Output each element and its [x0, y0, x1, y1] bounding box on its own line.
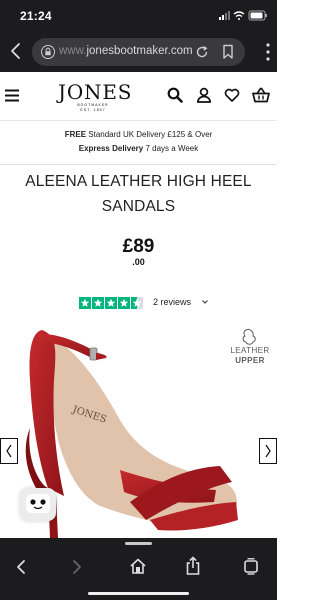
- leather-badge: LEATHER UPPER: [226, 328, 274, 365]
- product-title: ALEENA LEATHER HIGH HEEL SANDALS: [25, 173, 252, 215]
- delivery-banner[interactable]: FREE Standard UK Delivery £125 & Over Ex…: [0, 128, 277, 156]
- chat-widget-button[interactable]: [20, 488, 56, 521]
- back-icon[interactable]: [14, 558, 28, 581]
- reload-icon[interactable]: [195, 45, 209, 64]
- forward-icon[interactable]: [70, 558, 84, 581]
- chevron-left-icon: [5, 443, 13, 464]
- chat-face-icon: [26, 494, 50, 513]
- chevron-down-icon[interactable]: [201, 296, 209, 312]
- tabs-icon[interactable]: [242, 557, 260, 580]
- browser-bar: www.jonesbootmaker.com: [0, 32, 277, 72]
- logo-est: EST. 1857: [80, 108, 106, 112]
- share-icon[interactable]: [185, 556, 201, 581]
- search-icon[interactable]: [167, 87, 183, 108]
- status-time: 21:24: [20, 9, 52, 23]
- logo-wordmark: JONES: [58, 80, 133, 104]
- wifi-icon: [233, 11, 245, 20]
- signal-icon: [219, 11, 230, 20]
- leather-badge-line2: UPPER: [235, 356, 265, 365]
- bottom-toolbar: [0, 538, 277, 600]
- star: [92, 296, 104, 309]
- express-label: Express Delivery: [78, 144, 144, 153]
- delivery-line-express: Express Delivery 7 days a Week: [0, 142, 277, 156]
- back-icon[interactable]: [6, 40, 26, 62]
- status-bar: 21:24: [0, 0, 277, 32]
- basket-icon[interactable]: [252, 87, 270, 108]
- free-text: Standard UK Delivery £125 & Over: [86, 130, 213, 139]
- hamburger-icon[interactable]: [5, 89, 20, 107]
- account-icon[interactable]: [196, 87, 212, 108]
- carousel-next-button[interactable]: [259, 438, 277, 464]
- chevron-right-icon: [264, 443, 272, 464]
- bookmark-icon[interactable]: [222, 44, 234, 65]
- free-label: FREE: [64, 130, 87, 139]
- battery-icon: [248, 10, 267, 21]
- reviews-link[interactable]: 2 reviews: [153, 296, 191, 308]
- more-menu-icon[interactable]: [263, 42, 273, 67]
- site-header: JONES BOOTMAKER EST. 1857: [0, 72, 277, 121]
- home-icon[interactable]: [128, 557, 148, 580]
- divider: [0, 164, 277, 165]
- delivery-line-free: FREE Standard UK Delivery £125 & Over: [0, 128, 277, 142]
- price-pence: .00: [132, 257, 145, 267]
- star: [105, 296, 117, 309]
- rating-row[interactable]: 2 reviews: [79, 296, 219, 311]
- carousel-prev-button[interactable]: [0, 438, 18, 464]
- url-domain: jonesbootmaker.com: [86, 45, 193, 57]
- lock-icon[interactable]: [41, 45, 55, 64]
- site-logo[interactable]: JONES BOOTMAKER EST. 1857: [58, 80, 133, 113]
- leather-hide-icon: [242, 329, 256, 345]
- status-icons: [219, 9, 269, 23]
- toolbar-handle[interactable]: [125, 542, 152, 545]
- url-prefix: www.: [59, 45, 87, 57]
- home-indicator[interactable]: [88, 592, 189, 595]
- star: [118, 296, 130, 309]
- star: [131, 296, 143, 309]
- address-bar[interactable]: www.jonesbootmaker.com: [32, 38, 245, 66]
- star: [79, 296, 91, 309]
- leather-badge-line1: LEATHER: [230, 346, 270, 355]
- url-text[interactable]: www.jonesbootmaker.com: [59, 45, 193, 57]
- express-text: 7 days a Week: [143, 144, 199, 153]
- heart-icon[interactable]: [224, 87, 240, 108]
